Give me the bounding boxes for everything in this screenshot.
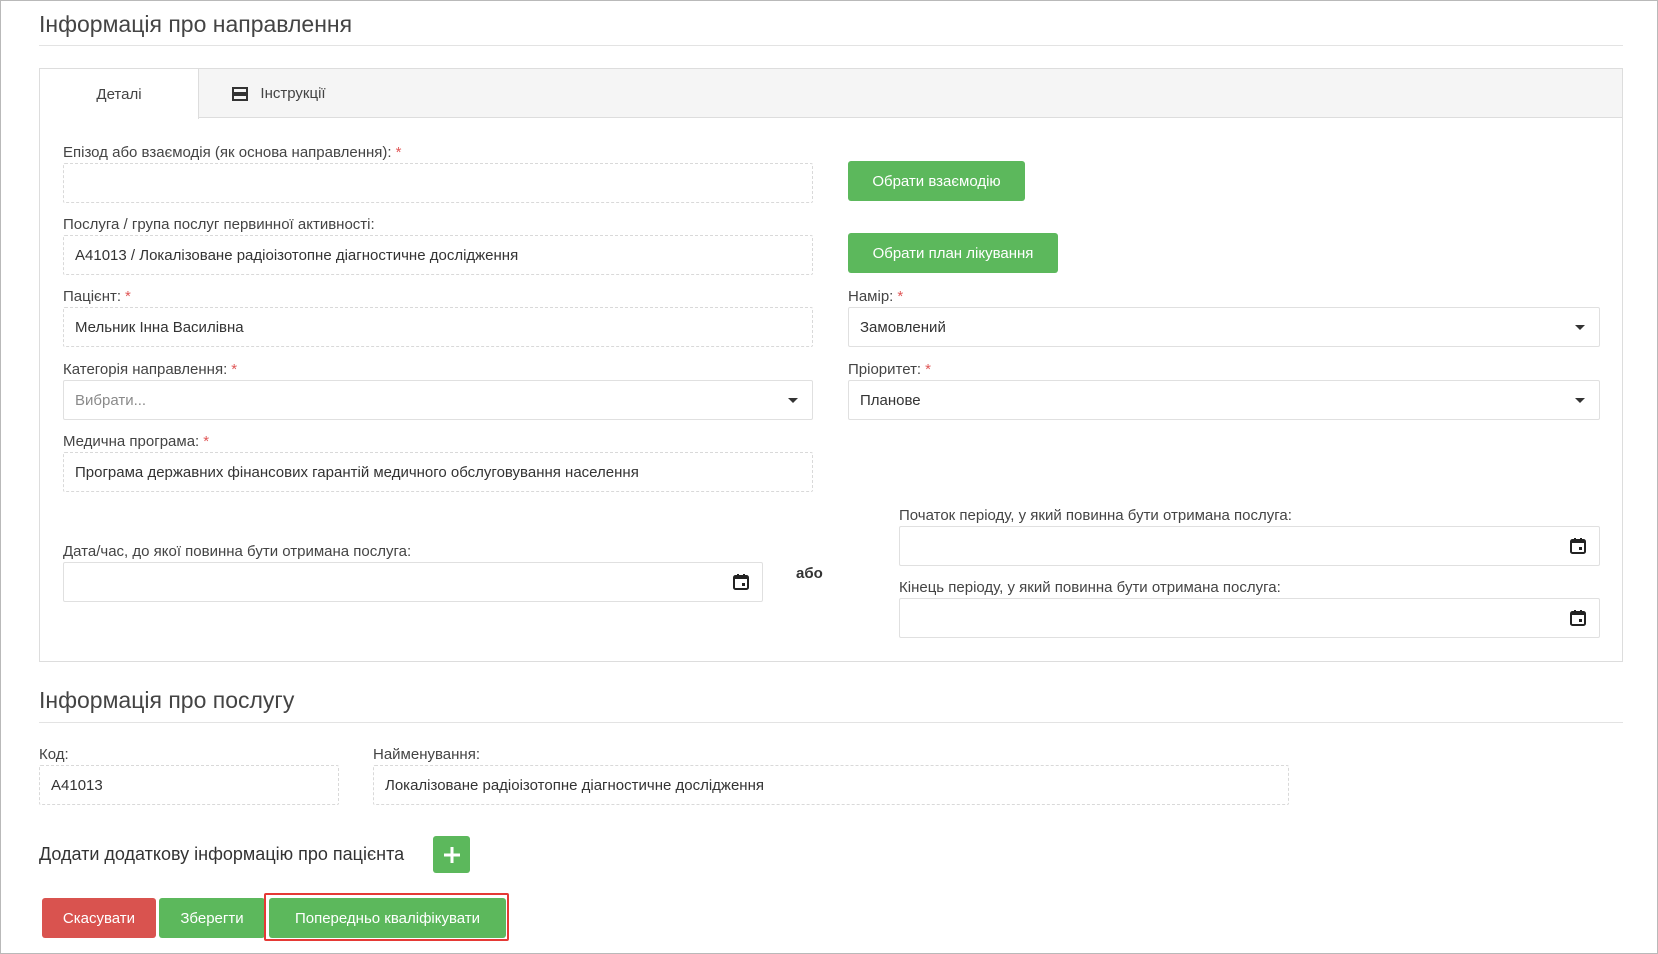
category-select[interactable]: Вибрати... <box>63 380 813 420</box>
tab-instructions-label: Інструкції <box>260 85 326 102</box>
period-start-label: Початок періоду, у який повинна бути отр… <box>899 507 1292 524</box>
calendar-icon[interactable] <box>1569 609 1587 627</box>
chevron-down-icon <box>1575 398 1585 403</box>
save-button[interactable]: Зберегти <box>159 898 265 938</box>
service-section-title: Інформація про послугу <box>39 687 295 713</box>
referral-section-title: Інформація про направлення <box>39 11 353 37</box>
category-label: Категорія направлення: * <box>63 361 238 378</box>
intent-value: Замовлений <box>860 318 946 336</box>
deadline-date-input[interactable] <box>63 562 763 602</box>
title-divider <box>39 45 1623 46</box>
service-name-field[interactable]: Локалізоване радіоізотопне діагностичне … <box>373 765 1289 805</box>
add-info-button[interactable] <box>433 836 470 873</box>
patient-field[interactable]: Мельник Інна Василівна <box>63 307 813 347</box>
tab-details-label: Деталі <box>96 85 142 103</box>
highlight-frame <box>264 893 509 941</box>
service-label: Послуга / група послуг первинної активно… <box>63 216 375 233</box>
cancel-button[interactable]: Скасувати <box>42 898 156 938</box>
select-interaction-button[interactable]: Обрати взаємодію <box>848 161 1025 201</box>
chevron-down-icon <box>788 398 798 403</box>
program-label: Медична програма: * <box>63 433 210 450</box>
calendar-icon[interactable] <box>1569 537 1587 555</box>
code-field[interactable]: A41013 <box>39 765 339 805</box>
list-icon <box>232 86 249 101</box>
tab-instructions[interactable]: Інструкції <box>199 69 359 118</box>
period-start-date-input[interactable] <box>899 526 1600 566</box>
tab-details[interactable]: Деталі <box>40 69 199 119</box>
priority-value: Планове <box>860 391 921 409</box>
priority-select[interactable]: Планове <box>848 380 1600 420</box>
episode-field[interactable] <box>63 163 813 203</box>
plus-icon <box>443 846 460 863</box>
intent-label: Намір: * <box>848 288 904 305</box>
code-label: Код: <box>39 746 69 763</box>
select-treatment-plan-button[interactable]: Обрати план лікування <box>848 233 1058 273</box>
intent-select[interactable]: Замовлений <box>848 307 1600 347</box>
service-divider <box>39 722 1623 723</box>
category-placeholder: Вибрати... <box>75 391 147 409</box>
program-field[interactable]: Програма державних фінансових гарантій м… <box>63 452 813 492</box>
patient-label: Пацієнт: * <box>63 288 131 305</box>
deadline-label: Дата/час, до якої повинна бути отримана … <box>63 543 412 560</box>
service-field[interactable]: A41013 / Локалізоване радіоізотопне діаг… <box>63 235 813 275</box>
or-separator: або <box>796 565 823 582</box>
referral-panel: Деталі Інструкції Епізод або взаємодія (… <box>39 68 1623 662</box>
additional-info-label: Додати додаткову інформацію про пацієнта <box>39 844 405 864</box>
tab-bar: Деталі Інструкції <box>40 69 1622 119</box>
episode-label: Епізод або взаємодія (як основа направле… <box>63 144 402 161</box>
priority-label: Пріоритет: * <box>848 361 931 378</box>
chevron-down-icon <box>1575 325 1585 330</box>
name-label: Найменування: <box>373 746 480 763</box>
period-end-label: Кінець періоду, у який повинна бути отри… <box>899 579 1281 596</box>
period-end-date-input[interactable] <box>899 598 1600 638</box>
calendar-icon[interactable] <box>732 573 750 591</box>
